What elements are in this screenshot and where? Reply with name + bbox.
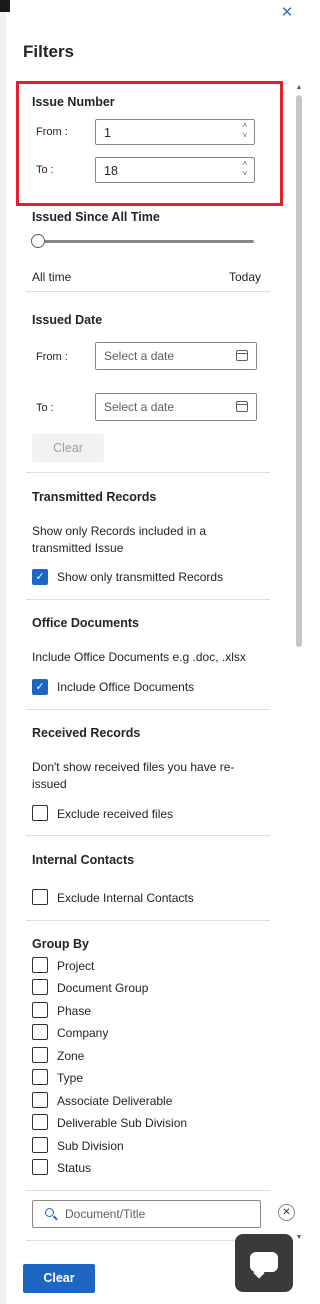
- group-by-title: Group By: [32, 937, 89, 951]
- received-title: Received Records: [32, 726, 141, 740]
- internal-contacts-checkbox-label: Exclude Internal Contacts: [57, 891, 194, 905]
- date-from-picker[interactable]: Select a date: [95, 342, 257, 370]
- clear-filters-button[interactable]: Clear: [23, 1264, 95, 1293]
- issue-to-input[interactable]: 18 ˄ ˅: [95, 157, 255, 183]
- date-to-picker[interactable]: Select a date: [95, 393, 257, 421]
- clear-search-icon[interactable]: ✕: [278, 1204, 295, 1221]
- date-clear-button[interactable]: Clear: [32, 434, 104, 462]
- document-title-search[interactable]: Document/Title: [32, 1200, 261, 1228]
- group-by-checkbox-zone[interactable]: [32, 1047, 48, 1063]
- search-placeholder: Document/Title: [65, 1207, 146, 1221]
- issued-since-slider-thumb[interactable]: [31, 234, 45, 248]
- group-by-checkbox-associate-deliverable[interactable]: [32, 1092, 48, 1108]
- group-by-label-status: Status: [57, 1161, 92, 1175]
- group-by-checkbox-sub-division[interactable]: [32, 1137, 48, 1153]
- calendar-icon[interactable]: [236, 401, 248, 412]
- group-by-label-document-group: Document Group: [57, 981, 149, 995]
- office-docs-title: Office Documents: [32, 616, 139, 630]
- spin-arrows-icon[interactable]: ˄ ˅: [240, 121, 250, 141]
- group-by-label-phase: Phase: [57, 1004, 92, 1018]
- group-by-label-sub-division: Sub Division: [57, 1139, 124, 1153]
- issued-since-slider-track[interactable]: [40, 240, 254, 243]
- group-by-label-associate-deliverable: Associate Deliverable: [57, 1094, 173, 1108]
- issue-number-title: Issue Number: [32, 95, 115, 109]
- internal-contacts-title: Internal Contacts: [32, 853, 135, 867]
- divider: [26, 920, 270, 921]
- scroll-up-icon[interactable]: ▲: [295, 84, 303, 92]
- divider: [26, 472, 270, 473]
- issue-to-label: To :: [36, 164, 54, 176]
- issue-from-value: 1: [104, 126, 111, 140]
- date-from-placeholder: Select a date: [104, 349, 175, 363]
- internal-contacts-checkbox[interactable]: [32, 889, 48, 905]
- issued-since-title: Issued Since All Time: [32, 210, 160, 224]
- transmitted-checkbox-label: Show only transmitted Records: [57, 570, 224, 584]
- received-description: Don't show received files you have re-is…: [32, 760, 235, 791]
- group-by-checkbox-deliverable-sub-division[interactable]: [32, 1114, 48, 1130]
- received-checkbox-label: Exclude received files: [57, 807, 174, 821]
- group-by-checkbox-phase[interactable]: [32, 1002, 48, 1018]
- office-docs-checkbox[interactable]: ✓: [32, 679, 48, 695]
- received-checkbox[interactable]: [32, 805, 48, 821]
- transmitted-checkbox[interactable]: ✓: [32, 569, 48, 585]
- group-by-checkbox-type[interactable]: [32, 1069, 48, 1085]
- issue-from-label: From :: [36, 126, 68, 138]
- group-by-checkbox-company[interactable]: [32, 1024, 48, 1040]
- transmitted-title: Transmitted Records: [32, 490, 157, 504]
- group-by-label-zone: Zone: [57, 1049, 85, 1063]
- date-to-placeholder: Select a date: [104, 400, 175, 414]
- group-by-label-project: Project: [57, 959, 95, 973]
- divider: [26, 291, 270, 292]
- group-by-label-company: Company: [57, 1026, 109, 1040]
- office-docs-checkbox-label: Include Office Documents: [57, 680, 195, 694]
- group-by-checkbox-document-group[interactable]: [32, 979, 48, 995]
- date-to-label: To :: [36, 402, 54, 414]
- search-icon: [45, 1208, 54, 1217]
- slider-min-label: All time: [32, 270, 72, 284]
- left-edge-strip: [0, 0, 6, 1304]
- office-docs-description: Include Office Documents e.g .doc, .xlsx: [32, 650, 246, 664]
- chat-icon: [250, 1252, 278, 1272]
- slider-max-label: Today: [229, 270, 262, 284]
- group-by-checkbox-status[interactable]: [32, 1159, 48, 1175]
- divider: [26, 709, 270, 710]
- calendar-icon[interactable]: [236, 350, 248, 361]
- left-edge-dark: [0, 0, 10, 12]
- chat-button[interactable]: [235, 1234, 293, 1292]
- scrollbar-thumb[interactable]: [296, 95, 302, 647]
- group-by-label-deliverable-sub-division: Deliverable Sub Division: [57, 1116, 188, 1130]
- panel-title: Filters: [23, 42, 75, 61]
- issue-from-input[interactable]: 1 ˄ ˅: [95, 119, 255, 145]
- close-icon[interactable]: ✕: [278, 4, 296, 22]
- group-by-label-type: Type: [57, 1071, 84, 1085]
- scroll-down-icon[interactable]: ▼: [295, 1234, 303, 1242]
- divider: [26, 1190, 270, 1191]
- date-from-label: From :: [36, 351, 68, 363]
- issue-to-value: 18: [104, 164, 118, 178]
- spin-arrows-icon[interactable]: ˄ ˅: [240, 159, 250, 179]
- transmitted-description: Show only Records included in a transmit…: [32, 524, 207, 555]
- divider: [26, 1240, 251, 1241]
- group-by-checkbox-project[interactable]: [32, 957, 48, 973]
- issued-date-title: Issued Date: [32, 313, 103, 327]
- divider: [26, 599, 270, 600]
- divider: [26, 835, 270, 836]
